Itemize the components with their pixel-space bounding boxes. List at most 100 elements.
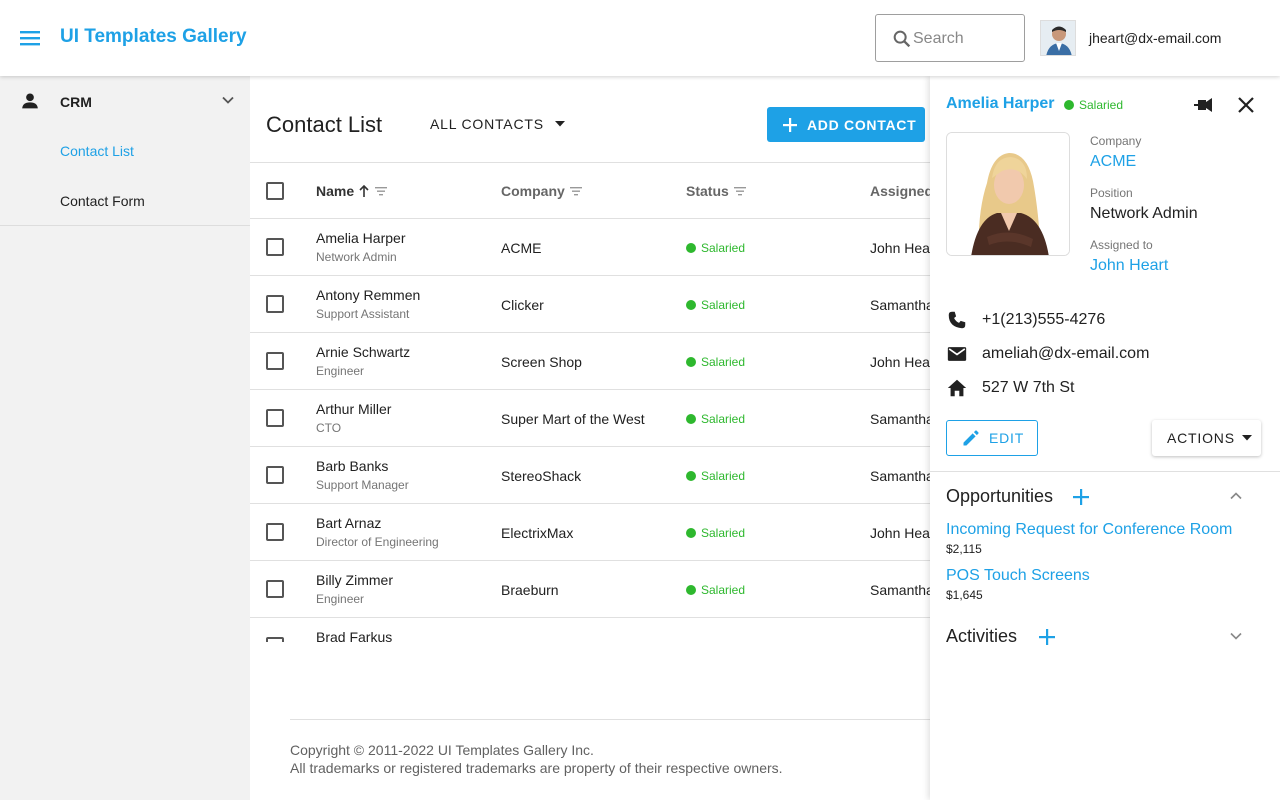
row-checkbox[interactable]	[266, 580, 284, 598]
opportunity-link[interactable]: Incoming Request for Conference Room	[946, 521, 1232, 539]
contact-name: Brad Farkus	[316, 629, 393, 642]
add-contact-button[interactable]: ADD CONTACT	[767, 107, 925, 142]
sidebar-item-label: Contact List	[60, 143, 134, 159]
page-title: Contact List	[266, 112, 383, 137]
contact-name: Barb Banks	[316, 458, 389, 474]
sidebar-item-contact-list[interactable]: Contact List	[0, 126, 250, 176]
user-email[interactable]: jheart@dx-email.com	[1089, 30, 1221, 46]
edit-button[interactable]: EDIT	[946, 420, 1038, 456]
table-row[interactable]: Brad Farkus	[250, 618, 930, 642]
activities-title: Activities	[946, 626, 1018, 646]
person-icon	[19, 90, 41, 112]
sidebar-item-contact-form[interactable]: Contact Form	[0, 176, 250, 226]
chevron-down-icon[interactable]	[1226, 626, 1246, 646]
row-checkbox[interactable]	[266, 409, 284, 427]
add-opportunity-icon[interactable]	[1070, 486, 1092, 508]
contact-name: Billy Zimmer	[316, 572, 393, 588]
status-badge: Salaried	[686, 298, 745, 312]
phone-line: +1(213)555-4276	[946, 309, 1105, 331]
row-checkbox[interactable]	[266, 637, 284, 642]
actions-dropdown-button[interactable]: ACTIONS	[1152, 420, 1261, 456]
contact-name: Antony Remmen	[316, 287, 421, 303]
sidebar-group-crm[interactable]: CRM	[0, 76, 250, 126]
contact-company: Clicker	[501, 297, 544, 313]
contact-position: Support Assistant	[316, 307, 410, 321]
row-checkbox[interactable]	[266, 466, 284, 484]
close-icon[interactable]	[1234, 93, 1258, 117]
contact-position: CTO	[316, 421, 342, 435]
status-dot	[686, 528, 696, 538]
column-header-name[interactable]: Name	[316, 183, 388, 199]
email-address[interactable]: ameliah@dx-email.com	[982, 345, 1149, 363]
status-badge: Salaried	[686, 412, 745, 426]
search-box[interactable]	[875, 14, 1025, 62]
contact-assigned: John Heart	[870, 240, 930, 256]
contact-position: Network Admin	[316, 250, 397, 264]
main-content: Contact List ALL CONTACTS ADD CONTACT Na…	[250, 76, 930, 800]
row-checkbox[interactable]	[266, 238, 284, 256]
status-badge: Salaried	[686, 583, 745, 597]
opportunity-amount: $1,645	[946, 588, 983, 602]
status-badge: Salaried	[1064, 98, 1123, 112]
column-header-status[interactable]: Status	[686, 183, 747, 199]
pin-icon[interactable]	[1193, 93, 1217, 117]
status-badge: Salaried	[686, 355, 745, 369]
avatar[interactable]	[1040, 20, 1076, 56]
table-row[interactable]: Arnie Schwartz Engineer Screen Shop Sala…	[250, 333, 930, 390]
status-dot	[686, 300, 696, 310]
table-row[interactable]: Arthur Miller CTO Super Mart of the West…	[250, 390, 930, 447]
company-link[interactable]: ACME	[1090, 153, 1136, 171]
contact-assigned: Samantha Bright	[870, 297, 930, 313]
pencil-icon	[961, 428, 981, 448]
divider	[930, 471, 1280, 472]
contact-assigned: Samantha Bright	[870, 582, 930, 598]
row-checkbox[interactable]	[266, 295, 284, 313]
menu-icon[interactable]	[14, 22, 46, 54]
caret-down-icon	[554, 120, 566, 128]
select-all-checkbox[interactable]	[266, 182, 284, 200]
filter-icon[interactable]	[569, 185, 583, 197]
contact-company: Super Mart of the West	[501, 411, 645, 427]
chevron-down-icon[interactable]	[218, 90, 238, 110]
status-dot	[686, 357, 696, 367]
contact-name-link[interactable]: Amelia Harper	[946, 95, 1055, 113]
status-badge: Salaried	[686, 241, 745, 255]
phone-number[interactable]: +1(213)555-4276	[982, 311, 1105, 329]
row-checkbox[interactable]	[266, 523, 284, 541]
assigned-link[interactable]: John Heart	[1090, 257, 1168, 275]
search-input[interactable]	[913, 25, 1018, 53]
contact-assigned: Samantha Bright	[870, 468, 930, 484]
table-row[interactable]: Antony Remmen Support Assistant Clicker …	[250, 276, 930, 333]
status-badge: Salaried	[686, 526, 745, 540]
column-header-assigned[interactable]: Assigned	[870, 183, 930, 199]
contact-position: Support Manager	[316, 478, 409, 492]
company-label: Company	[1090, 134, 1142, 148]
opportunity-link[interactable]: POS Touch Screens	[946, 567, 1090, 585]
email-icon	[946, 343, 968, 365]
contact-company: Braeburn	[501, 582, 559, 598]
position-label: Position	[1090, 186, 1133, 200]
add-activity-icon[interactable]	[1036, 626, 1058, 648]
search-icon	[891, 28, 913, 50]
table-row[interactable]: Amelia Harper Network Admin ACME Salarie…	[250, 219, 930, 276]
row-checkbox[interactable]	[266, 352, 284, 370]
sidebar: CRM Contact List Contact Form	[0, 76, 250, 800]
contacts-filter-dropdown[interactable]: ALL CONTACTS	[430, 114, 566, 134]
contact-detail-panel: Amelia Harper Salaried Company ACME Posi…	[930, 76, 1280, 800]
address-line: 527 W 7th St	[946, 377, 1075, 399]
contact-name: Bart Arnaz	[316, 515, 382, 531]
column-header-company[interactable]: Company	[501, 183, 583, 199]
table-row[interactable]: Bart Arnaz Director of Engineering Elect…	[250, 504, 930, 561]
table-row[interactable]: Billy Zimmer Engineer Braeburn Salaried …	[250, 561, 930, 618]
sidebar-group-label: CRM	[60, 94, 92, 110]
contact-company: Screen Shop	[501, 354, 582, 370]
app-title: UI Templates Gallery	[60, 26, 247, 47]
status-dot	[686, 471, 696, 481]
contact-position: Engineer	[316, 592, 365, 606]
status-dot	[1064, 100, 1074, 110]
filter-icon[interactable]	[374, 185, 388, 197]
address-text: 527 W 7th St	[982, 379, 1075, 396]
filter-icon[interactable]	[733, 185, 747, 197]
table-row[interactable]: Barb Banks Support Manager StereoShack S…	[250, 447, 930, 504]
chevron-up-icon[interactable]	[1226, 486, 1246, 506]
